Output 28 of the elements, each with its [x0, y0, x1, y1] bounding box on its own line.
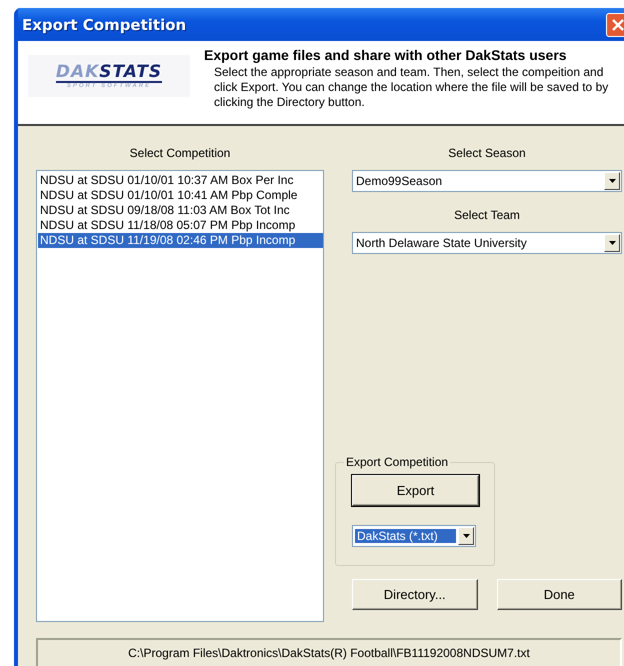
status-bar: C:\Program Files\Daktronics\DakStats(R) Football\FB11192008NDSUM7.txt	[36, 638, 622, 666]
window-title: Export Competition	[22, 16, 186, 34]
list-item[interactable]: NDSU at SDSU 11/19/08 02:46 PM Pbp Incomp	[38, 233, 323, 248]
close-button[interactable]	[606, 12, 624, 36]
directory-button[interactable]: Directory...	[352, 579, 478, 610]
competition-list[interactable]	[36, 170, 324, 622]
dropdown-button[interactable]	[458, 527, 474, 545]
group-label: Export Competition	[344, 455, 450, 469]
team-dropdown[interactable]: North Delaware State University	[352, 232, 622, 254]
header-heading: Export game files and share with other DakStats users	[204, 47, 568, 63]
format-dropdown[interactable]: DakStats (*.txt)	[352, 525, 476, 547]
close-icon	[612, 18, 624, 30]
done-button[interactable]: Done	[496, 579, 622, 610]
caret-icon	[462, 534, 470, 538]
list-item[interactable]: NDSU at SDSU 09/18/08 11:03 AM Box Tot Inc	[38, 203, 323, 218]
caret-icon	[608, 179, 616, 183]
dropdown-button[interactable]	[604, 234, 620, 252]
list-item[interactable]: NDSU at SDSU 01/10/01 10:37 AM Box Per Inc	[38, 173, 323, 188]
header-description: Select the appropriate season and team. Then, select the compeition and click Export. You can change the location where the file will be saved to by clicking the Directory button.	[214, 65, 610, 110]
caret-icon	[608, 241, 616, 245]
list-label: Select Competition	[128, 145, 232, 162]
dropdown-button[interactable]	[604, 172, 620, 190]
team-label: Select Team	[453, 207, 521, 224]
list-item[interactable]: NDSU at SDSU 11/18/08 05:07 PM Pbp Incomp	[38, 218, 323, 233]
season-label: Select Season	[447, 145, 527, 162]
export-button[interactable]: Export	[352, 475, 479, 506]
season-dropdown[interactable]: Demo99Season	[352, 170, 622, 192]
list-item[interactable]: NDSU at SDSU 01/10/01 10:41 AM Pbp Comple	[38, 188, 323, 203]
